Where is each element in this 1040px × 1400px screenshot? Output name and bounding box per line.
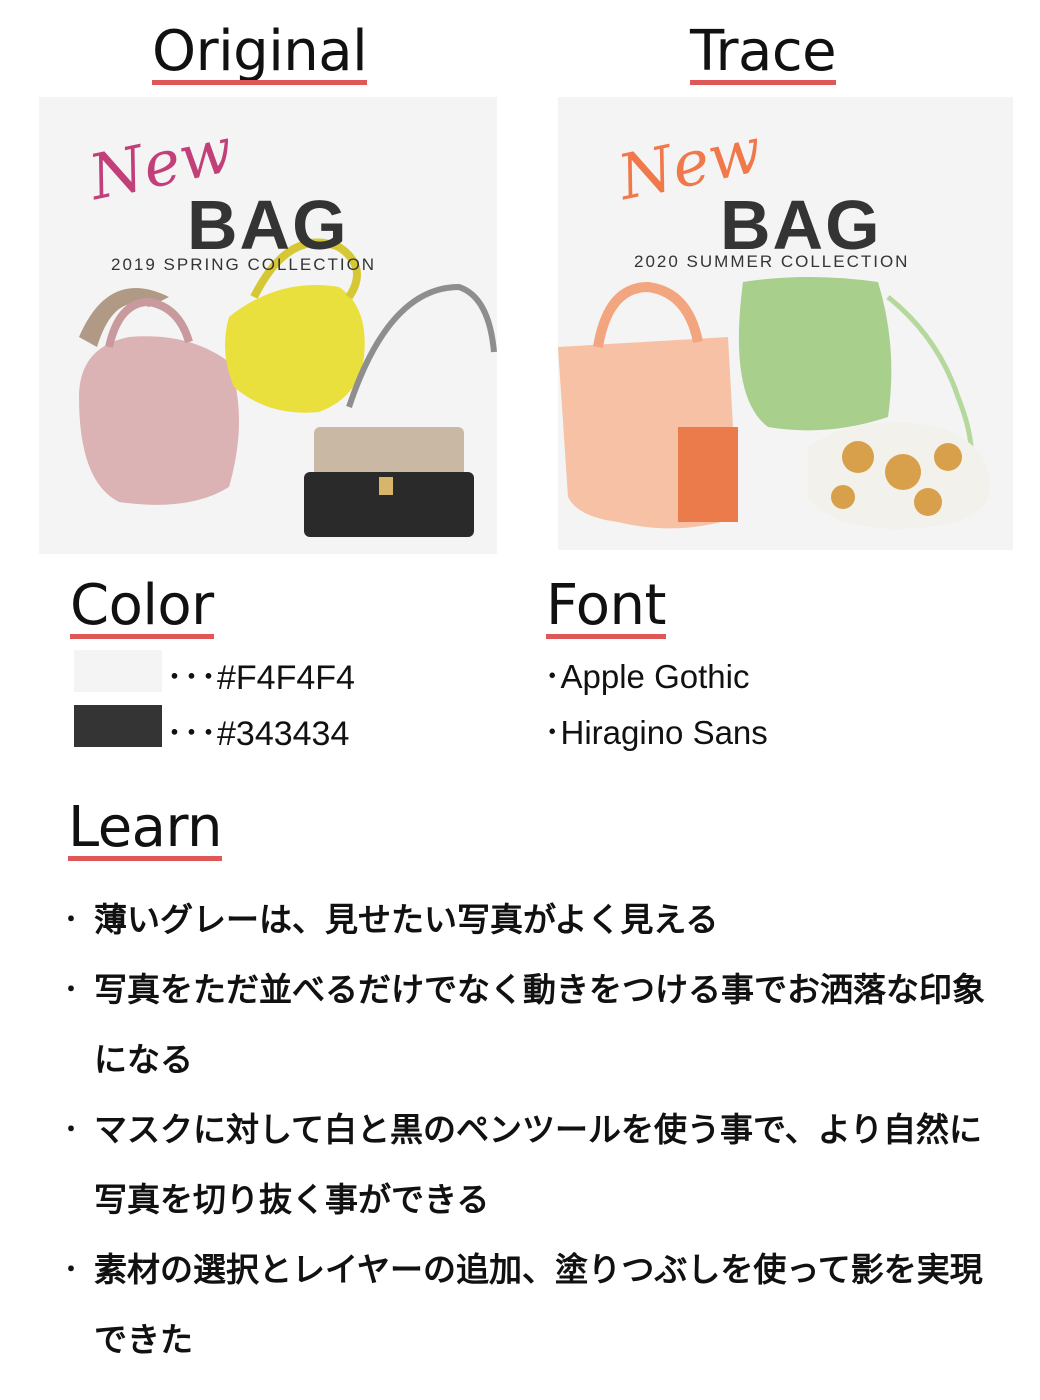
- color-swatch-light: [74, 650, 162, 692]
- original-subtitle: 2019 SPRING COLLECTION: [111, 255, 377, 274]
- learn-item-text: 素材の選択とレイヤーの追加、塗りつぶしを使って影を実現できた: [94, 1250, 983, 1359]
- trace-orange-strip: [678, 427, 738, 522]
- trace-flower-3: [934, 443, 962, 471]
- trace-flower-1: [842, 441, 874, 473]
- color-swatch-dark: [74, 705, 162, 747]
- trace-banner-image: New BAG 2020 SUMMER COLLECTION: [558, 97, 1013, 550]
- learn-bullet: ･: [64, 1253, 79, 1286]
- heading-font: Font: [546, 573, 666, 639]
- heading-original: Original: [152, 19, 368, 85]
- heading-learn: Learn: [68, 795, 223, 861]
- learn-item: ･ 薄いグレーは、見せたい写真がよく見える: [64, 885, 1014, 955]
- learn-list: ･ 薄いグレーは、見せたい写真がよく見える ･ 写真をただ並べるだけでなく動きを…: [64, 885, 1014, 1375]
- font-item-apple-gothic: ･Apple Gothic: [544, 658, 750, 695]
- trace-orange-handle: [593, 281, 703, 348]
- original-bag-title: BAG: [187, 186, 349, 264]
- learn-bullet: ･: [64, 1113, 79, 1146]
- heading-color-text: Color: [70, 573, 214, 639]
- learn-item-text: 写真をただ並べるだけでなく動きをつける事でお洒落な印象になる: [94, 970, 985, 1079]
- heading-original-text: Original: [152, 19, 368, 85]
- font-item-hiragino-sans: ･Hiragino Sans: [544, 714, 768, 751]
- color-label-light: ･･･#F4F4F4: [166, 659, 355, 697]
- heading-learn-text: Learn: [68, 795, 223, 861]
- heading-trace-text: Trace: [690, 19, 837, 85]
- original-black-strap: [346, 283, 497, 408]
- color-label-dark: ･･･#343434: [166, 715, 350, 753]
- heading-color: Color: [70, 573, 214, 639]
- learn-item-text: マスクに対して白と黒のペンツールを使う事で、より自然に写真を切り抜く事ができる: [94, 1110, 983, 1219]
- trace-flower-5: [831, 485, 855, 509]
- heading-trace: Trace: [690, 19, 837, 85]
- learn-item: ･ 素材の選択とレイヤーの追加、塗りつぶしを使って影を実現できた: [64, 1235, 1014, 1375]
- original-pink-bag: [79, 336, 239, 505]
- heading-font-text: Font: [546, 573, 666, 639]
- original-clasp: [379, 477, 393, 495]
- learn-bullet: ･: [64, 973, 79, 1006]
- learn-item-text: 薄いグレーは、見せたい写真がよく見える: [94, 900, 719, 939]
- learn-bullet: ･: [64, 903, 79, 936]
- learn-item: ･ マスクに対して白と黒のペンツールを使う事で、より自然に写真を切り抜く事ができ…: [64, 1095, 1014, 1235]
- original-banner-image: New BAG 2019 SPRING COLLECTION: [39, 97, 497, 554]
- trace-flower-4: [914, 488, 942, 516]
- learn-item: ･ 写真をただ並べるだけでなく動きをつける事でお洒落な印象になる: [64, 955, 1014, 1095]
- original-yellow-bag: [225, 285, 365, 413]
- trace-subtitle: 2020 SUMMER COLLECTION: [634, 252, 910, 271]
- trace-green-pouch: [738, 277, 892, 431]
- trace-flower-2: [885, 454, 921, 490]
